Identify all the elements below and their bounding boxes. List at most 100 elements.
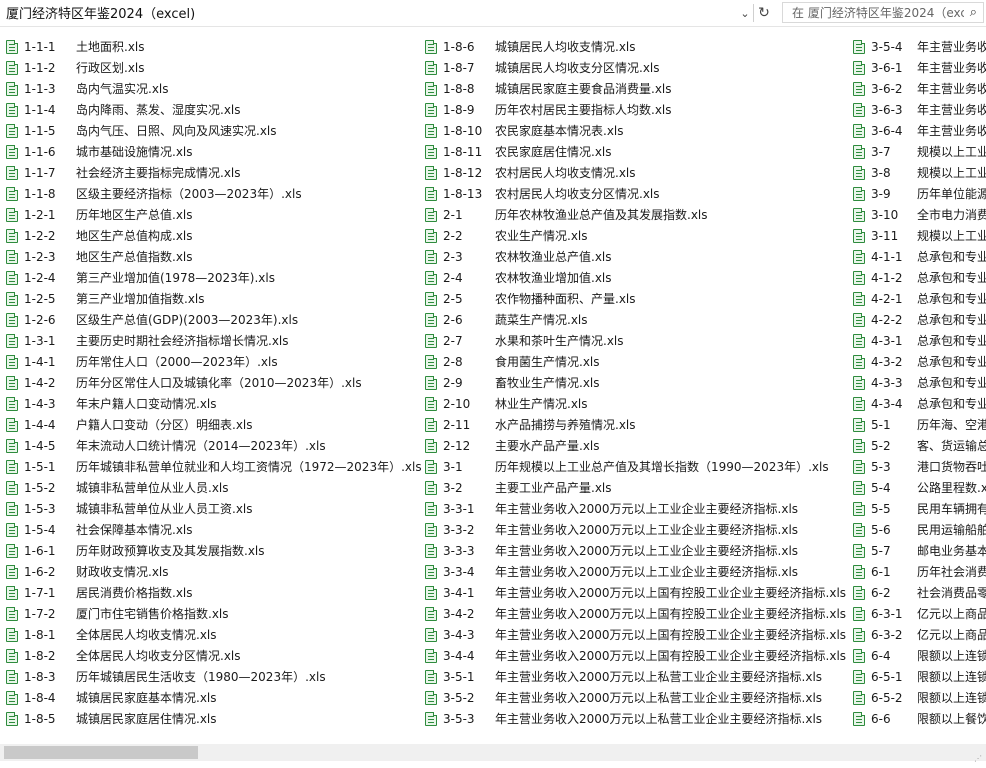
file-item[interactable]: 6-6 限额以上餐饮连	[847, 708, 986, 729]
file-item[interactable]: 1-8-10 农民家庭基本情况表.xls	[419, 120, 849, 141]
file-item[interactable]: 3-11 规模以上工业企	[847, 225, 986, 246]
file-item[interactable]: 5-7 邮电业务基本情	[847, 540, 986, 561]
file-item[interactable]: 3-5-1 年主营业务收入2000万元以上私营工业企业主要经济指标.xls	[419, 666, 849, 687]
file-item[interactable]: 1-8-13 农村居民人均收支分区情况.xls	[419, 183, 849, 204]
file-item[interactable]: 1-5-1 历年城镇非私营单位就业和人均工资情况（1972—2023年）.xls	[0, 456, 422, 477]
file-item[interactable]: 6-5-1 限额以上连锁	[847, 666, 986, 687]
file-item[interactable]: 5-1 历年海、空港货	[847, 414, 986, 435]
file-item[interactable]: 2-5 农作物播种面积、产量.xls	[419, 288, 849, 309]
file-item[interactable]: 3-10 全市电力消费情	[847, 204, 986, 225]
file-item[interactable]: 1-1-6 城市基础设施情况.xls	[0, 141, 420, 162]
file-item[interactable]: 3-3-1 年主营业务收入2000万元以上工业企业主要经济指标.xls	[419, 498, 849, 519]
file-item[interactable]: 3-6-3 年主营业务收	[847, 99, 986, 120]
file-item[interactable]: 3-7 规模以上工业企	[847, 141, 986, 162]
file-item[interactable]: 3-6-1 年主营业务收	[847, 57, 986, 78]
file-item[interactable]: 3-4-4 年主营业务收入2000万元以上国有控股工业企业主要经济指标.xls	[419, 645, 849, 666]
file-item[interactable]: 3-5-3 年主营业务收入2000万元以上私营工业企业主要经济指标.xls	[419, 708, 849, 729]
file-item[interactable]: 1-1-1 土地面积.xls	[0, 36, 420, 57]
search-input[interactable]: 在 厦门经济特区年鉴2024（excel）中搜索 ⌕	[782, 2, 984, 23]
file-item[interactable]: 1-8-5 城镇居民家庭居住情况.xls	[0, 708, 420, 729]
file-item[interactable]: 4-1-2 总承包和专业	[847, 267, 986, 288]
file-item[interactable]: 1-4-1 历年常住人口（2000—2023年）.xls	[0, 351, 420, 372]
file-item[interactable]: 1-5-2 城镇非私营单位从业人员.xls	[0, 477, 420, 498]
file-item[interactable]: 1-2-6 区级生产总值(GDP)(2003—2023年).xls	[0, 309, 420, 330]
file-item[interactable]: 3-3-4 年主营业务收入2000万元以上工业企业主要经济指标.xls	[419, 561, 849, 582]
file-item[interactable]: 4-3-2 总承包和专业	[847, 351, 986, 372]
file-item[interactable]: 1-2-2 地区生产总值构成.xls	[0, 225, 420, 246]
file-item[interactable]: 1-2-4 第三产业增加值(1978—2023年).xls	[0, 267, 420, 288]
file-item[interactable]: 2-2 农业生产情况.xls	[419, 225, 849, 246]
file-item[interactable]: 3-4-3 年主营业务收入2000万元以上国有控股工业企业主要经济指标.xls	[419, 624, 849, 645]
file-item[interactable]: 1-1-4 岛内降雨、蒸发、湿度实况.xls	[0, 99, 420, 120]
search-icon[interactable]: ⌕	[970, 5, 977, 20]
file-item[interactable]: 1-1-5 岛内气压、日照、风向及风速实况.xls	[0, 120, 420, 141]
file-item[interactable]: 4-3-3 总承包和专业	[847, 372, 986, 393]
file-item[interactable]: 4-2-2 总承包和专业	[847, 309, 986, 330]
file-item[interactable]: 5-3 港口货物吞吐量	[847, 456, 986, 477]
file-item[interactable]: 3-1 历年规模以上工业总产值及其增长指数（1990—2023年）.xls	[419, 456, 849, 477]
file-item[interactable]: 1-6-2 财政收支情况.xls	[0, 561, 420, 582]
file-item[interactable]: 1-4-2 历年分区常住人口及城镇化率（2010—2023年）.xls	[0, 372, 420, 393]
file-item[interactable]: 6-3-1 亿元以上商品	[847, 603, 986, 624]
file-item[interactable]: 5-6 民用运输船舶拥	[847, 519, 986, 540]
file-item[interactable]: 3-3-2 年主营业务收入2000万元以上工业企业主要经济指标.xls	[419, 519, 849, 540]
file-item[interactable]: 1-8-7 城镇居民人均收支分区情况.xls	[419, 57, 849, 78]
file-item[interactable]: 1-8-9 历年农村居民主要指标人均数.xls	[419, 99, 849, 120]
file-item[interactable]: 2-4 农林牧渔业增加值.xls	[419, 267, 849, 288]
file-item[interactable]: 1-8-11 农民家庭居住情况.xls	[419, 141, 849, 162]
file-item[interactable]: 6-4 限额以上连锁企	[847, 645, 986, 666]
file-item[interactable]: 3-6-4 年主营业务收	[847, 120, 986, 141]
file-item[interactable]: 4-3-1 总承包和专业	[847, 330, 986, 351]
file-item[interactable]: 1-5-4 社会保障基本情况.xls	[0, 519, 420, 540]
file-item[interactable]: 3-2 主要工业产品产量.xls	[419, 477, 849, 498]
file-item[interactable]: 5-5 民用车辆拥有量	[847, 498, 986, 519]
file-item[interactable]: 2-8 食用菌生产情况.xls	[419, 351, 849, 372]
file-item[interactable]: 1-7-1 居民消费价格指数.xls	[0, 582, 420, 603]
file-item[interactable]: 1-4-5 年末流动人口统计情况（2014—2023年）.xls	[0, 435, 420, 456]
file-item[interactable]: 6-5-2 限额以上连锁	[847, 687, 986, 708]
file-item[interactable]: 2-3 农林牧渔业总产值.xls	[419, 246, 849, 267]
file-item[interactable]: 3-6-2 年主营业务收	[847, 78, 986, 99]
file-item[interactable]: 1-4-3 年末户籍人口变动情况.xls	[0, 393, 420, 414]
file-item[interactable]: 1-1-8 区级主要经济指标（2003—2023年）.xls	[0, 183, 420, 204]
file-item[interactable]: 1-8-8 城镇居民家庭主要食品消费量.xls	[419, 78, 849, 99]
file-item[interactable]: 5-2 客、货运输总量	[847, 435, 986, 456]
file-item[interactable]: 1-2-1 历年地区生产总值.xls	[0, 204, 420, 225]
file-item[interactable]: 3-5-2 年主营业务收入2000万元以上私营工业企业主要经济指标.xls	[419, 687, 849, 708]
file-item[interactable]: 4-1-1 总承包和专业	[847, 246, 986, 267]
file-item[interactable]: 2-6 蔬菜生产情况.xls	[419, 309, 849, 330]
file-item[interactable]: 2-12 主要水产品产量.xls	[419, 435, 849, 456]
file-item[interactable]: 1-2-3 地区生产总值指数.xls	[0, 246, 420, 267]
file-item[interactable]: 1-1-3 岛内气温实况.xls	[0, 78, 420, 99]
file-item[interactable]: 6-3-2 亿元以上商品	[847, 624, 986, 645]
file-item[interactable]: 3-5-4 年主营业务收	[847, 36, 986, 57]
horizontal-scrollbar[interactable]: ⋰	[0, 744, 986, 763]
file-item[interactable]: 3-4-2 年主营业务收入2000万元以上国有控股工业企业主要经济指标.xls	[419, 603, 849, 624]
file-item[interactable]: 2-11 水产品捕捞与养殖情况.xls	[419, 414, 849, 435]
chevron-down-icon[interactable]: ⌄	[738, 4, 752, 22]
file-item[interactable]: 2-9 畜牧业生产情况.xls	[419, 372, 849, 393]
file-item[interactable]: 1-8-1 全体居民人均收支情况.xls	[0, 624, 420, 645]
file-item[interactable]: 1-3-1 主要历史时期社会经济指标增长情况.xls	[0, 330, 420, 351]
file-item[interactable]: 1-6-1 历年财政预算收支及其发展指数.xls	[0, 540, 420, 561]
file-item[interactable]: 1-8-12 农村居民人均收支情况.xls	[419, 162, 849, 183]
file-item[interactable]: 1-8-2 全体居民人均收支分区情况.xls	[0, 645, 420, 666]
file-item[interactable]: 4-3-4 总承包和专业	[847, 393, 986, 414]
file-item[interactable]: 1-2-5 第三产业增加值指数.xls	[0, 288, 420, 309]
file-item[interactable]: 1-1-7 社会经济主要指标完成情况.xls	[0, 162, 420, 183]
file-item[interactable]: 3-9 历年单位能源消	[847, 183, 986, 204]
file-item[interactable]: 1-8-6 城镇居民人均收支情况.xls	[419, 36, 849, 57]
file-item[interactable]: 5-4 公路里程数.xls	[847, 477, 986, 498]
file-item[interactable]: 1-8-4 城镇居民家庭基本情况.xls	[0, 687, 420, 708]
address-bar[interactable]: 厦门经济特区年鉴2024（excel)	[2, 2, 752, 22]
refresh-icon[interactable]: ↻	[756, 3, 772, 23]
file-item[interactable]: 3-3-3 年主营业务收入2000万元以上工业企业主要经济指标.xls	[419, 540, 849, 561]
scrollbar-thumb[interactable]	[4, 746, 198, 759]
file-item[interactable]: 4-2-1 总承包和专业	[847, 288, 986, 309]
file-item[interactable]: 1-4-4 户籍人口变动（分区）明细表.xls	[0, 414, 420, 435]
file-item[interactable]: 3-4-1 年主营业务收入2000万元以上国有控股工业企业主要经济指标.xls	[419, 582, 849, 603]
file-item[interactable]: 1-1-2 行政区划.xls	[0, 57, 420, 78]
file-item[interactable]: 3-8 规模以上工业企	[847, 162, 986, 183]
file-item[interactable]: 6-1 历年社会消费品	[847, 561, 986, 582]
file-item[interactable]: 1-5-3 城镇非私营单位从业人员工资.xls	[0, 498, 420, 519]
